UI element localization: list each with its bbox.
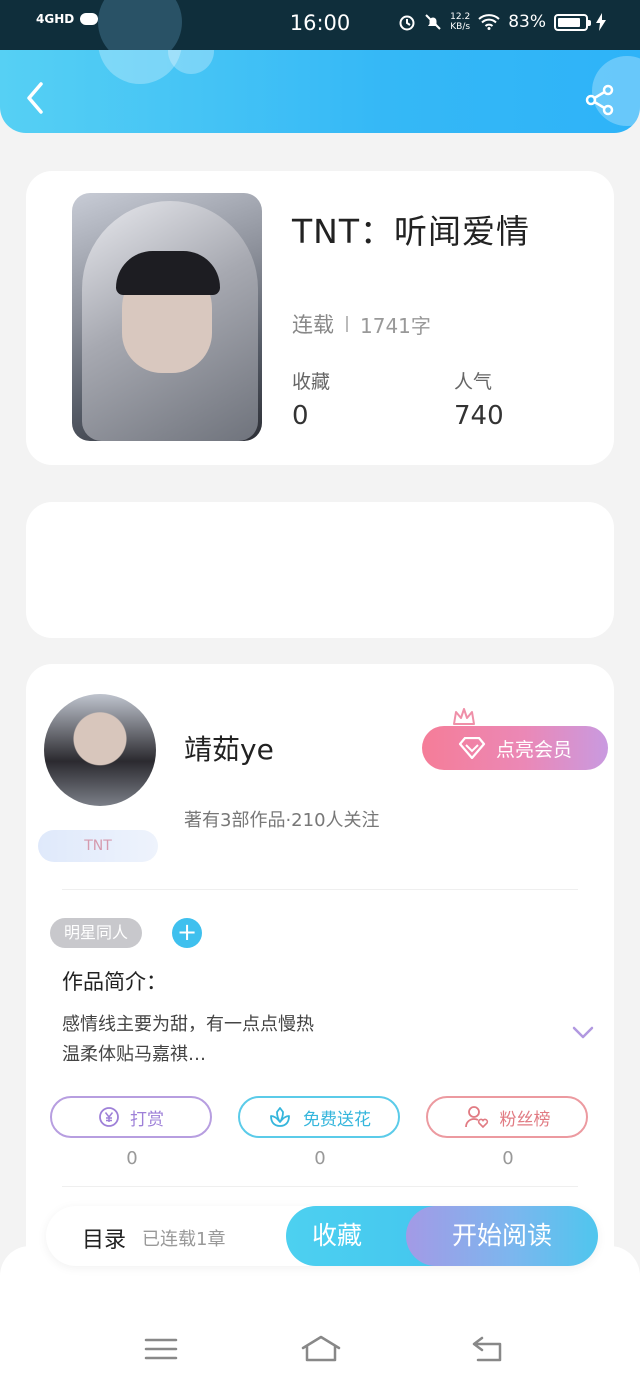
avatar[interactable] bbox=[44, 694, 156, 806]
book-cover[interactable] bbox=[72, 193, 262, 441]
chevron-left-icon bbox=[27, 82, 43, 114]
author-fan-badge: TNT bbox=[38, 830, 158, 862]
reward-count: 0 bbox=[126, 1148, 138, 1169]
back-button[interactable] bbox=[22, 80, 48, 116]
header bbox=[0, 50, 640, 133]
user-heart-icon bbox=[464, 1106, 488, 1129]
system-nav-bar bbox=[0, 1246, 640, 1387]
fans-ranking-button[interactable]: 粉丝榜 bbox=[426, 1096, 588, 1138]
chapter-count: 已连载1章 bbox=[142, 1229, 226, 1250]
popularity-value: 740 bbox=[454, 401, 504, 431]
author-name[interactable]: 靖茹ye bbox=[184, 728, 274, 768]
status-right: 12.2 KB/s 83% bbox=[398, 12, 606, 32]
intro-title: 作品简介： bbox=[62, 970, 167, 994]
charging-icon bbox=[596, 13, 606, 31]
free-flower-button[interactable]: 免费送花 bbox=[238, 1096, 400, 1138]
blank-banner-card bbox=[26, 502, 614, 638]
favorites-label: 收藏 bbox=[292, 371, 331, 393]
book-meta: 连载 1741字 bbox=[292, 309, 431, 339]
book-info-card: TNT：听闻爱情 连载 1741字 收藏 0 人气 740 bbox=[26, 171, 614, 465]
mute-bell-icon bbox=[425, 14, 441, 30]
yen-coin-icon bbox=[99, 1107, 119, 1127]
menu-icon[interactable] bbox=[144, 1334, 178, 1364]
intro-text: 感情线主要为甜，有一点点慢热 温柔体贴马嘉祺… bbox=[62, 1010, 314, 1070]
genre-tag[interactable]: 明星同人 bbox=[50, 918, 143, 948]
network-speed: 12.2 KB/s bbox=[450, 12, 470, 32]
free-flower-label: 免费送花 bbox=[303, 1109, 371, 1130]
alarm-icon bbox=[399, 15, 415, 31]
battery-icon bbox=[554, 13, 591, 31]
toc-button[interactable]: 目录 bbox=[82, 1222, 126, 1254]
favorites-value: 0 bbox=[292, 401, 309, 431]
intro-line: 温柔体贴马嘉祺… bbox=[62, 1044, 206, 1065]
divider bbox=[62, 1186, 578, 1187]
share-icon bbox=[585, 84, 614, 116]
reward-button[interactable]: 打赏 bbox=[50, 1096, 212, 1138]
intro-line: 感情线主要为甜，有一点点慢热 bbox=[62, 1014, 314, 1035]
fans-ranking-label: 粉丝榜 bbox=[499, 1109, 551, 1130]
wifi-icon bbox=[478, 14, 500, 30]
add-tag-button[interactable]: + bbox=[172, 918, 202, 948]
word-count: 1741字 bbox=[360, 313, 431, 338]
decor-bubble bbox=[168, 50, 214, 74]
book-status: 连载 bbox=[292, 313, 334, 337]
home-icon[interactable] bbox=[300, 1334, 342, 1364]
battery-percent: 83% bbox=[508, 12, 546, 32]
flower-icon bbox=[270, 1107, 290, 1127]
read-action-bar: 目录 已连载1章 收藏 开始阅读 bbox=[46, 1206, 598, 1266]
diamond-icon bbox=[458, 737, 486, 759]
status-bar: 4GHD 16:00 12.2 KB/s 83% bbox=[0, 0, 640, 64]
speed-unit: KB/s bbox=[450, 22, 471, 32]
flower-count: 0 bbox=[314, 1148, 326, 1169]
vip-button[interactable]: 点亮会员 bbox=[422, 726, 608, 770]
author-info: 著有3部作品·210人关注 bbox=[184, 810, 380, 831]
popularity-label: 人气 bbox=[454, 371, 493, 393]
cover-hair-shape bbox=[116, 251, 220, 295]
divider bbox=[62, 889, 578, 890]
fans-count: 0 bbox=[502, 1148, 514, 1169]
meta-divider bbox=[346, 316, 348, 332]
vip-button-label: 点亮会员 bbox=[495, 738, 572, 761]
book-title: TNT：听闻爱情 bbox=[292, 212, 531, 251]
reward-label: 打赏 bbox=[130, 1109, 164, 1130]
chevron-down-icon[interactable] bbox=[572, 1026, 594, 1040]
share-button[interactable] bbox=[584, 84, 616, 116]
crown-icon bbox=[453, 708, 475, 725]
speed-value: 12.2 bbox=[450, 12, 471, 22]
back-nav-icon[interactable] bbox=[470, 1334, 504, 1364]
start-reading-button[interactable]: 开始阅读 bbox=[406, 1206, 598, 1266]
